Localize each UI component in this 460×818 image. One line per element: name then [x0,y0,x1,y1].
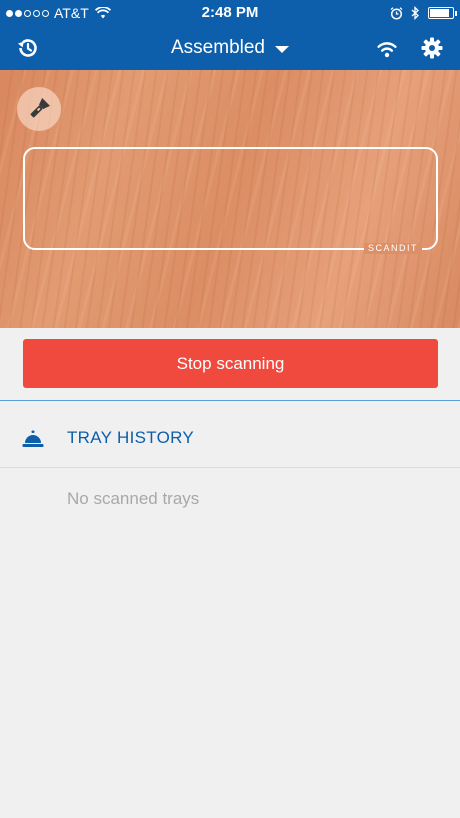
empty-state-text: No scanned trays [67,489,200,508]
wifi-icon[interactable] [375,36,399,60]
mode-title: Assembled [171,37,265,58]
battery-icon [428,7,457,19]
camera-preview: SCANDIT [0,70,460,328]
bell-icon [22,430,44,447]
torch-button[interactable] [17,87,61,131]
tray-history-title: TRAY HISTORY [67,428,195,447]
stop-scanning-button[interactable]: Stop scanning [23,339,438,388]
alarm-icon [390,6,403,20]
status-bar: AT&T 2:48 PM [0,0,460,26]
scan-frame: SCANDIT [23,147,438,254]
gear-icon[interactable] [420,36,444,60]
bluetooth-icon [411,6,419,20]
nav-bar: Assembled [0,26,460,70]
divider [0,467,460,468]
scandit-watermark: SCANDIT [363,243,422,254]
flashlight-icon [30,98,50,118]
divider [0,400,460,401]
tray-history-header: TRAY HISTORY [0,420,460,460]
chevron-down-icon [275,45,289,53]
status-right [390,0,457,26]
battery-fill [430,9,449,17]
